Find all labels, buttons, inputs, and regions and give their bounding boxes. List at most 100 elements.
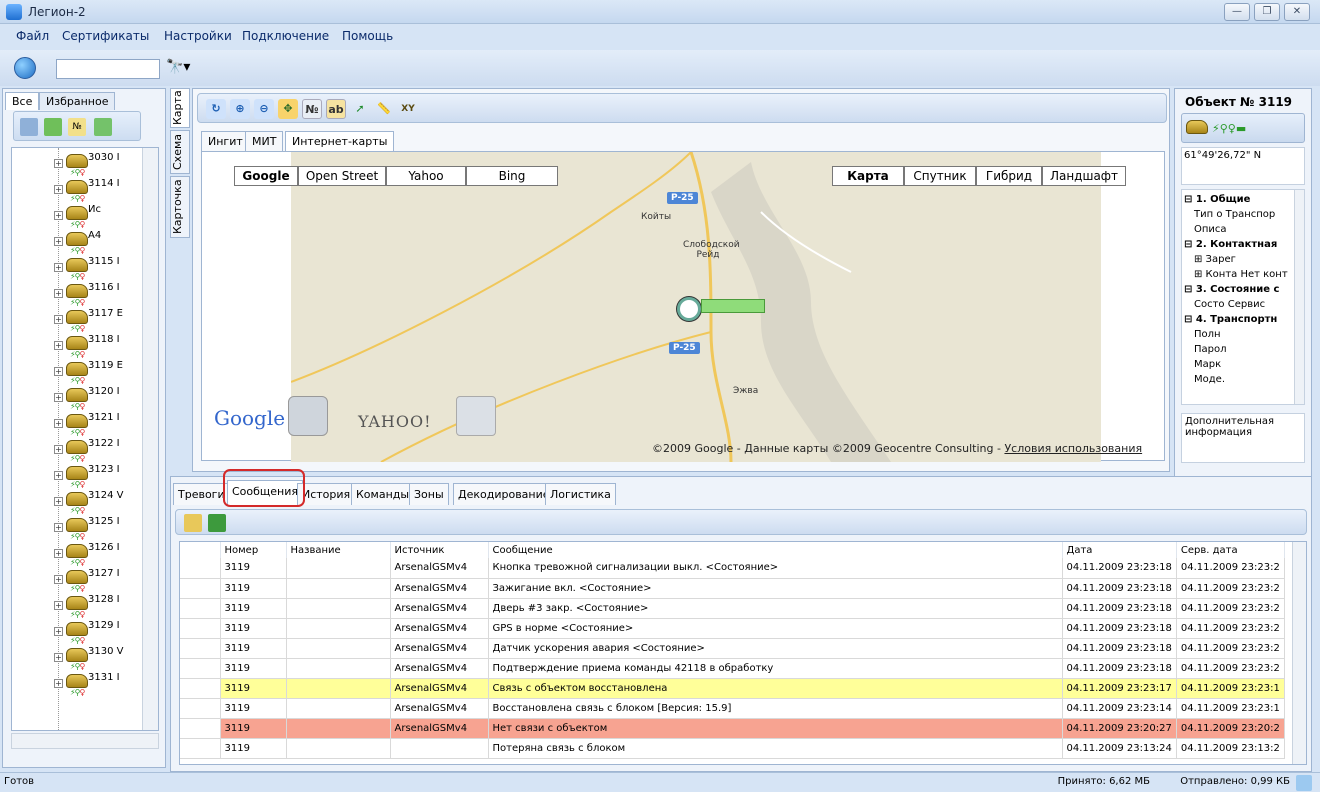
tree-expander[interactable]: +: [54, 185, 63, 194]
property-row[interactable]: Полн: [1182, 329, 1298, 341]
globe-icon[interactable]: [14, 57, 36, 79]
table-row[interactable]: 3119 ArsenalGSMv4 Зажигание вкл. <Состояни…: [180, 578, 1285, 599]
export-icon[interactable]: [94, 118, 112, 136]
vehicle-label[interactable]: [701, 299, 765, 313]
tab-history[interactable]: История: [297, 483, 356, 505]
text-label-icon[interactable]: ab: [326, 99, 346, 119]
col-message[interactable]: Сообщение: [488, 542, 1063, 558]
number-icon[interactable]: №: [68, 118, 86, 136]
property-row[interactable]: Описа: [1182, 224, 1298, 236]
row-selector[interactable]: [180, 558, 221, 579]
row-selector[interactable]: [180, 738, 221, 759]
tab-card[interactable]: Карточка: [170, 176, 190, 238]
ruler-icon[interactable]: 📏: [374, 99, 394, 119]
tree-expander[interactable]: +: [54, 601, 63, 610]
table-row[interactable]: 3119 ArsenalGSMv4 Подтверждение приема ком…: [180, 658, 1285, 679]
maptype-terrain[interactable]: Ландшафт: [1042, 166, 1126, 186]
property-scrollbar[interactable]: [1294, 190, 1304, 404]
number-label-icon[interactable]: №: [302, 99, 322, 119]
tree-expander[interactable]: +: [54, 497, 63, 506]
tree-expander[interactable]: +: [54, 263, 63, 272]
row-selector[interactable]: [180, 678, 221, 699]
table-row[interactable]: 3119 ArsenalGSMv4 Связь с объектом восстан…: [180, 678, 1285, 699]
table-row[interactable]: 3119 ArsenalGSMv4 Кнопка тревожной сигнали…: [180, 558, 1285, 579]
property-category[interactable]: ⊟ 4. Транспортн: [1182, 314, 1298, 326]
provider-openstreet[interactable]: Open Street: [298, 166, 386, 186]
tree-item[interactable]: + ⚡⚲♀ 3131 I: [12, 668, 152, 698]
vehicle-marker-icon[interactable]: [677, 297, 701, 321]
pan-icon[interactable]: ✥: [278, 99, 298, 119]
refresh-icon[interactable]: ↻: [206, 99, 226, 119]
property-category[interactable]: ⊟ 3. Состояние с: [1182, 284, 1298, 296]
menu-settings[interactable]: Настройки: [164, 29, 232, 43]
tree-expander[interactable]: +: [54, 289, 63, 298]
binoculars-icon[interactable]: 🔭▾: [166, 59, 190, 75]
tree-expander[interactable]: +: [54, 159, 63, 168]
tab-all[interactable]: Все: [5, 92, 40, 110]
zoom-in-icon[interactable]: ⊕: [230, 99, 250, 119]
table-row[interactable]: 3119 ArsenalGSMv4 Датчик ускорения авария …: [180, 638, 1285, 659]
tree-expander[interactable]: +: [54, 627, 63, 636]
row-selector[interactable]: [180, 718, 221, 739]
maximize-button[interactable]: ❐: [1254, 3, 1280, 21]
menu-help[interactable]: Помощь: [342, 29, 393, 43]
tree-expander[interactable]: +: [54, 237, 63, 246]
tree-expander[interactable]: +: [54, 679, 63, 688]
property-row[interactable]: ⊞ Зарег: [1182, 254, 1298, 266]
tab-map[interactable]: Карта: [170, 88, 190, 128]
tree-expander[interactable]: +: [54, 523, 63, 532]
tree-expander[interactable]: +: [54, 393, 63, 402]
excel-export-icon[interactable]: [208, 514, 226, 532]
maptype-map[interactable]: Карта: [832, 166, 904, 186]
close-button[interactable]: ✕: [1284, 3, 1310, 21]
menu-file[interactable]: Файл: [16, 29, 49, 43]
track-icon[interactable]: ➚: [350, 99, 370, 119]
tab-ingit[interactable]: Ингит: [201, 131, 250, 151]
tab-favorites[interactable]: Избранное: [39, 92, 116, 110]
tree-expander[interactable]: +: [54, 315, 63, 324]
grid-scrollbar[interactable]: [1292, 542, 1306, 764]
property-row[interactable]: Парол: [1182, 344, 1298, 356]
tree-hscrollbar[interactable]: [11, 733, 159, 749]
row-selector[interactable]: [180, 618, 221, 639]
tree-expander[interactable]: +: [54, 445, 63, 454]
menu-connection[interactable]: Подключение: [242, 29, 329, 43]
tree-expander[interactable]: +: [54, 549, 63, 558]
minimize-button[interactable]: —: [1224, 3, 1250, 21]
table-row[interactable]: 3119 ArsenalGSMv4 Нет связи с объектом 04.1…: [180, 718, 1285, 739]
tab-logistics[interactable]: Логистика: [545, 483, 616, 505]
filter-icon[interactable]: [184, 514, 202, 532]
tab-alarms[interactable]: Тревоги: [173, 483, 230, 505]
property-category[interactable]: ⊟ 2. Контактная: [1182, 239, 1298, 251]
tree-expander[interactable]: +: [54, 471, 63, 480]
provider-bing[interactable]: Bing: [466, 166, 558, 186]
col-name[interactable]: Название: [286, 542, 391, 558]
tree-expander[interactable]: +: [54, 211, 63, 220]
table-row[interactable]: 3119 ArsenalGSMv4 Дверь #3 закр. <Состояни…: [180, 598, 1285, 619]
tab-decoding[interactable]: Декодирование: [453, 483, 555, 505]
property-row[interactable]: Моде.: [1182, 374, 1298, 386]
row-selector[interactable]: [180, 698, 221, 719]
col-source[interactable]: Источник: [390, 542, 489, 558]
row-selector[interactable]: [180, 578, 221, 599]
col-date[interactable]: Дата: [1062, 542, 1177, 558]
col-server-date[interactable]: Серв. дата: [1176, 542, 1285, 558]
property-row[interactable]: Тип о Транспор: [1182, 209, 1298, 221]
provider-yahoo[interactable]: Yahoo: [386, 166, 466, 186]
tree-expand-icon[interactable]: [44, 118, 62, 136]
tree-expander[interactable]: +: [54, 575, 63, 584]
maptype-hybrid[interactable]: Гибрид: [976, 166, 1042, 186]
tree-expander[interactable]: +: [54, 653, 63, 662]
property-category[interactable]: ⊟ 1. Общие: [1182, 194, 1298, 206]
property-row[interactable]: Марк: [1182, 359, 1298, 371]
tab-mit[interactable]: МИТ: [245, 131, 284, 151]
table-row[interactable]: 3119 ArsenalGSMv4 GPS в норме <Состояние> 0…: [180, 618, 1285, 639]
menu-certificates[interactable]: Сертификаты: [62, 29, 149, 43]
coordinates-icon[interactable]: XY: [398, 99, 418, 119]
table-row[interactable]: 3119 Потеряна связь с блоком 04.11.2009 23…: [180, 738, 1285, 759]
provider-google[interactable]: Google: [234, 166, 298, 186]
tree-expander[interactable]: +: [54, 341, 63, 350]
tree-expander[interactable]: +: [54, 367, 63, 376]
table-row[interactable]: 3119 ArsenalGSMv4 Восстановлена связь с бл…: [180, 698, 1285, 719]
row-selector[interactable]: [180, 658, 221, 679]
